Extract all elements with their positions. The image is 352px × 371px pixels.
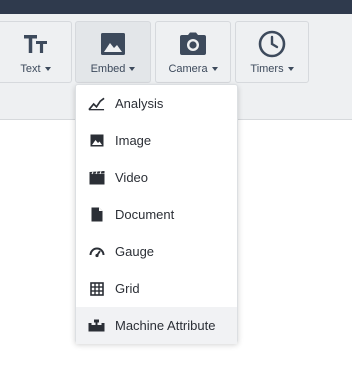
image-icon: [88, 132, 105, 149]
image-icon: [100, 30, 126, 58]
menu-item-analysis[interactable]: Analysis: [76, 85, 237, 122]
document-icon: [88, 206, 105, 223]
embed-tool-button[interactable]: Embed: [75, 21, 151, 83]
chevron-down-icon: [44, 67, 51, 71]
camera-icon: [179, 30, 207, 58]
camera-tool-button[interactable]: Camera: [155, 21, 231, 83]
text-tool-label: Text: [20, 63, 41, 75]
grid-icon: [88, 280, 105, 297]
gauge-icon: [88, 243, 105, 260]
menu-item-label: Gauge: [115, 244, 155, 259]
clock-icon: [258, 30, 286, 58]
menu-item-document[interactable]: Document: [76, 196, 237, 233]
menu-item-label: Document: [115, 207, 175, 222]
embed-tool-label: Embed: [90, 63, 126, 75]
menu-item-gauge[interactable]: Gauge: [76, 233, 237, 270]
menu-item-label: Machine Attribute: [115, 318, 216, 333]
text-tool-button[interactable]: Text: [0, 21, 72, 83]
menu-item-grid[interactable]: Grid: [76, 270, 237, 307]
video-icon: [88, 169, 105, 186]
menu-item-label: Video: [115, 170, 149, 185]
timers-tool-label: Timers: [250, 63, 284, 75]
camera-tool-label: Camera: [168, 63, 208, 75]
chevron-down-icon: [129, 67, 136, 71]
top-bar: [0, 0, 352, 14]
embed-dropdown-menu: Analysis Image Video Document Gauge Grid…: [75, 84, 238, 344]
chevron-down-icon: [287, 67, 294, 71]
menu-item-label: Image: [115, 133, 152, 148]
analysis-icon: [88, 95, 105, 112]
timers-tool-button[interactable]: Timers: [235, 21, 309, 83]
menu-item-machine-attribute[interactable]: Machine Attribute: [76, 307, 237, 344]
text-size-icon: [23, 30, 49, 58]
machine-attribute-icon: [88, 317, 105, 334]
menu-item-label: Analysis: [115, 96, 164, 111]
chevron-down-icon: [211, 67, 218, 71]
menu-item-label: Grid: [115, 281, 140, 296]
menu-item-video[interactable]: Video: [76, 159, 237, 196]
menu-item-image[interactable]: Image: [76, 122, 237, 159]
